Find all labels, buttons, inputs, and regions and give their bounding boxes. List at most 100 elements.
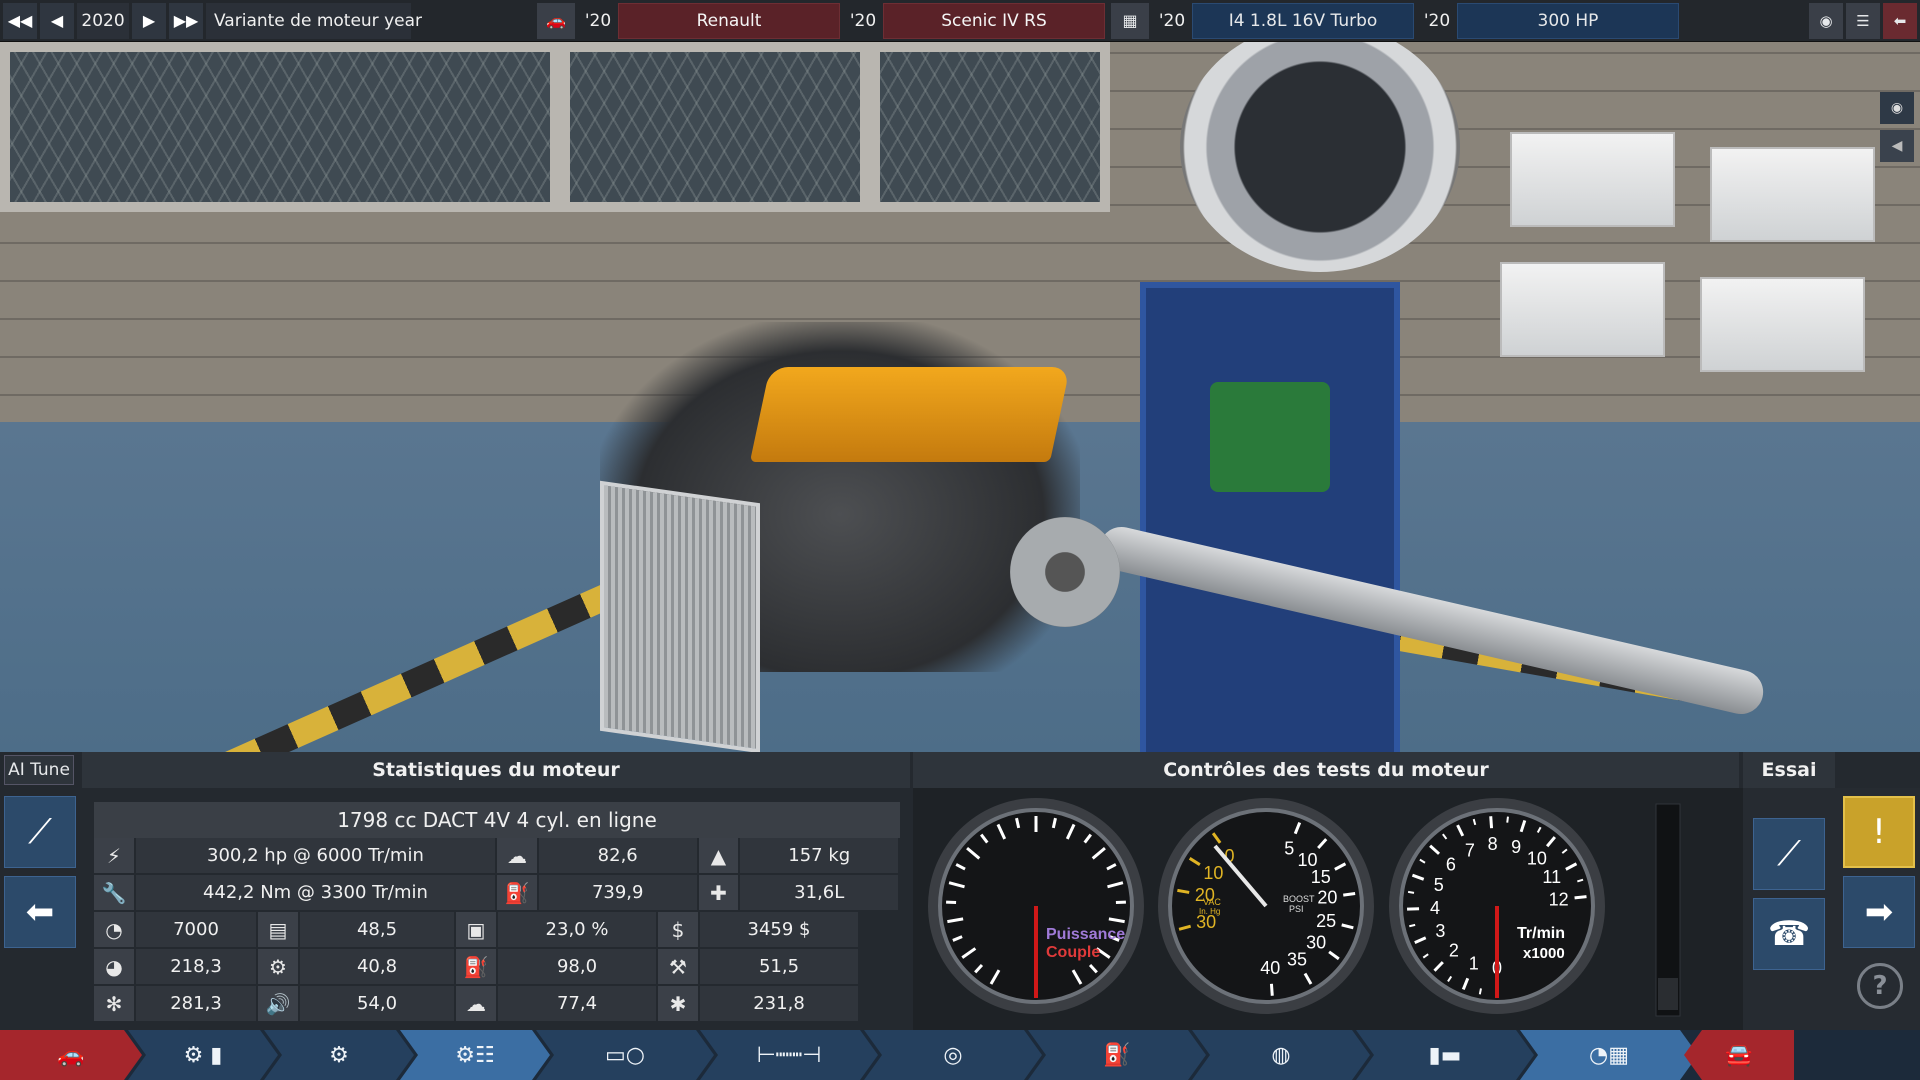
octane-value: 98,0 (498, 949, 658, 986)
collapse-icon[interactable]: ◀ (1880, 130, 1914, 162)
warning-icon[interactable]: ! (1843, 796, 1915, 868)
engine-year-badge: '20 (1158, 10, 1186, 31)
boost-gauge: 3020100 510152025303540 VAC In. Hg BOOST … (1158, 798, 1374, 1014)
garage-window (0, 42, 560, 212)
top-bar: ◀◀ ◀ 2020 ▶ ▶▶ Variante de moteur year 🚗… (0, 0, 1920, 42)
power-icon: ⚡ (94, 838, 136, 875)
rpm-label: Tr/min (1517, 925, 1565, 942)
torque-icon: 🔧 (94, 875, 136, 912)
emissions-value: 77,4 (498, 986, 658, 1023)
menu-icon[interactable]: ☰ (1846, 3, 1880, 39)
last-year-button[interactable]: ▶▶ (169, 2, 203, 39)
model-year-badge: '20 (849, 10, 877, 31)
exhaust-icon[interactable]: ◍ (1192, 1030, 1370, 1080)
smoothness-value: 82,6 (538, 838, 699, 875)
rpm-tick-label: 7 (1465, 840, 1475, 860)
turbo-icon[interactable]: ◎ (864, 1030, 1042, 1080)
table-row: 🔧 442,2 Nm @ 3300 Tr/min ⛽ 739,9 ✚ 31,6L (94, 875, 901, 912)
camera-icon[interactable]: ◉ (1809, 3, 1843, 39)
engine-variant-button[interactable]: 300 HP (1457, 2, 1679, 39)
garage-window (560, 42, 870, 212)
essai-header: Essai (1743, 752, 1835, 788)
garage-window (870, 42, 1110, 212)
dyno-graph-icon[interactable]: ⟋ (1753, 818, 1825, 890)
size-icon: ✚ (698, 875, 741, 912)
cost-icon: $ (658, 912, 700, 949)
reliability-value: 40,8 (300, 949, 456, 986)
service-icon: ✱ (658, 986, 700, 1023)
power-label: Puissance (1046, 926, 1125, 943)
model-button[interactable]: Scenic IV RS (883, 2, 1105, 39)
run-test-icon[interactable]: ☎ (1753, 898, 1825, 970)
rpm-gauge: 0123456789101112 Tr/min x1000 (1389, 798, 1605, 1014)
engine-variant-label: Variante de moteur year (206, 2, 422, 39)
boost-psi-tick-label: 30 (1306, 932, 1326, 952)
weight-icon: ▲ (698, 838, 741, 875)
gauge-tick (1015, 817, 1021, 829)
engine-heads-icon[interactable]: ⚙ (264, 1030, 414, 1080)
gauge-tick (1506, 816, 1509, 823)
rpm-tick-label: 10 (1527, 849, 1547, 869)
boost-psi-tick-label: 25 (1316, 911, 1336, 931)
variant-year-badge: '20 (1423, 10, 1451, 31)
car-body-icon[interactable]: 🚗 (0, 1030, 142, 1080)
gauge-tick (1478, 988, 1482, 995)
previous-page-button[interactable]: ⬅ (4, 876, 76, 948)
next-page-button[interactable]: ➡ (1843, 876, 1915, 948)
production-value: 51,5 (700, 949, 860, 986)
camshaft-icon[interactable]: ⊢┉┉⊣ (700, 1030, 878, 1080)
intercooler (600, 480, 760, 752)
graph-icon[interactable]: ⟋ (4, 796, 76, 868)
throttle-slider-handle[interactable] (1658, 978, 1678, 1010)
fuel-economy-icon: ⛽ (497, 875, 539, 912)
gauges-svg: Puissance Couple 3020100 510152025303540 … (928, 798, 1681, 1017)
dyno-stand (1140, 282, 1400, 752)
noise-icon: 🔊 (258, 986, 300, 1023)
help-icon[interactable]: ? (1857, 963, 1903, 1009)
first-year-button[interactable]: ◀◀ (3, 2, 37, 39)
cooling-value: 48,5 (300, 912, 456, 949)
engine-stats-table: 1798 cc DACT 4V 4 cyl. en ligne ⚡ 300,2 … (94, 802, 901, 1024)
next-year-button[interactable]: ▶ (132, 2, 166, 39)
boost-psi-unit: PSI (1289, 904, 1304, 914)
rpm-tick-label: 12 (1549, 890, 1569, 910)
car-icon[interactable]: 🚗 (537, 2, 575, 39)
brand-button[interactable]: Renault (618, 2, 840, 39)
size-value: 31,6L (740, 875, 901, 912)
boost-psi-label: BOOST (1283, 894, 1315, 904)
boost-psi-tick-label: 20 (1317, 887, 1337, 907)
gauge-tick (1343, 891, 1356, 897)
max-rpm-value: 7000 (136, 912, 258, 949)
prev-year-button[interactable]: ◀ (40, 2, 74, 39)
engine-family-icon[interactable]: ▦ (1111, 2, 1149, 39)
engine-tune-icon[interactable]: ⚙☷ (400, 1030, 550, 1080)
ai-tune-button[interactable]: AI Tune (4, 755, 74, 785)
cooling-icon: ▤ (258, 912, 300, 949)
muffler-icon[interactable]: ▮▬ (1356, 1030, 1534, 1080)
table-row: ◔ 7000 ▤ 48,5 ▣ 23,0 % $ 3459 $ (94, 912, 900, 949)
smoothness-icon: ☁ (497, 838, 539, 875)
stats-header: Statistiques du moteur (82, 752, 910, 788)
table-row: ✻ 281,3 🔊 54,0 ☁ 77,4 ✱ 231,8 (94, 986, 900, 1023)
dyno-test-icon[interactable]: ◔▦ (1520, 1030, 1698, 1080)
emissions-icon: ☁ (456, 986, 498, 1023)
engine-summary: 1798 cc DACT 4V 4 cyl. en ligne (94, 802, 900, 838)
fuel-icon[interactable]: ⛽ (1028, 1030, 1206, 1080)
rpm-tick-label: 6 (1446, 855, 1456, 875)
car-export-icon[interactable]: 🚘 (1684, 1030, 1794, 1080)
engine-viewport[interactable]: ◉ ◀ ▲ (0, 42, 1920, 752)
rpm-tick-label: 11 (1542, 867, 1561, 887)
dyno-motor (1210, 382, 1330, 492)
rpm-tick-label: 4 (1430, 898, 1440, 918)
back-icon[interactable]: ⬅ (1883, 3, 1917, 39)
response-value: 218,3 (136, 949, 258, 986)
rpm-icon: ◔ (94, 912, 136, 949)
intake-icon[interactable]: ▭○ (536, 1030, 714, 1080)
service-value: 231,8 (700, 986, 860, 1023)
screenshot-icon[interactable]: ◉ (1880, 92, 1914, 124)
storage-crate (1710, 147, 1875, 242)
engine-block-icon[interactable]: ⚙ ▮ (128, 1030, 278, 1080)
boost-vac-label: VAC (1203, 897, 1221, 907)
gauge-tick (1407, 890, 1415, 894)
engine-family-button[interactable]: I4 1.8L 16V Turbo (1192, 2, 1414, 39)
